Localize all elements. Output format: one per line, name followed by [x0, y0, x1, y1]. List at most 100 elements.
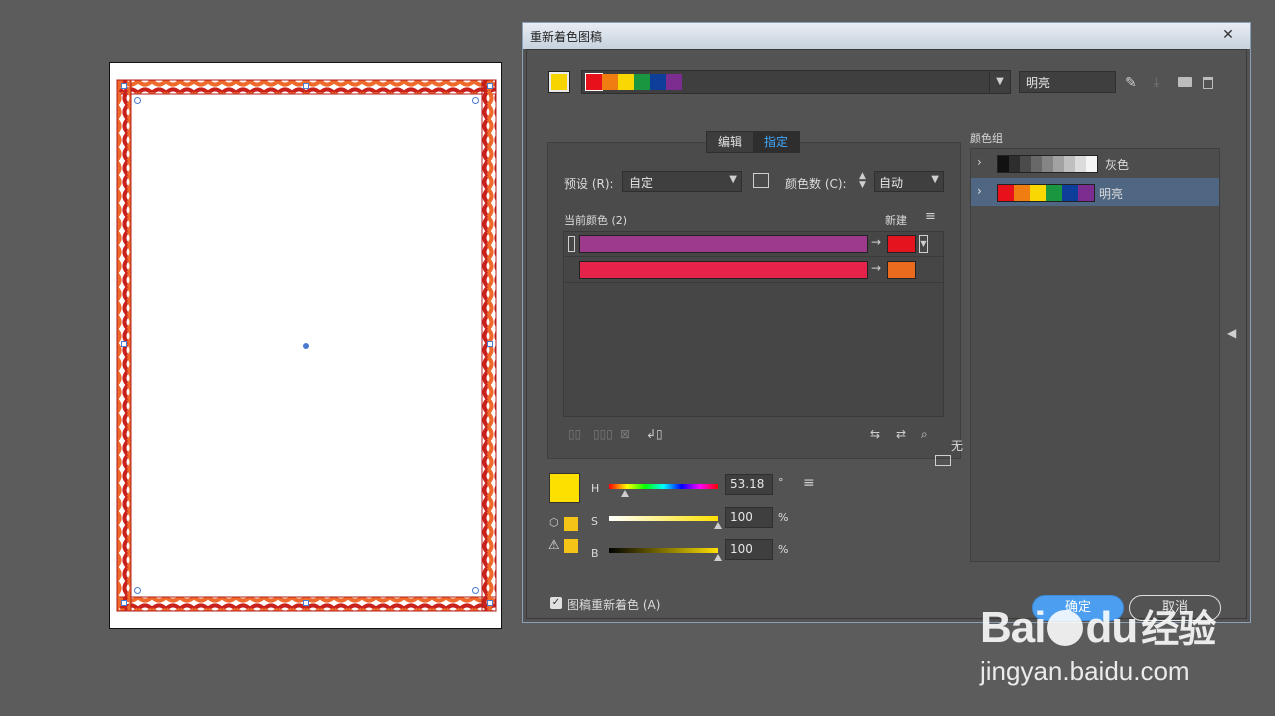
harmony-color-chip[interactable]	[585, 73, 603, 91]
hue-slider[interactable]	[609, 484, 718, 489]
colors-count-value: 自动	[879, 176, 904, 190]
h-unit: °	[778, 476, 784, 489]
color-list: → ▼ →	[563, 231, 944, 417]
group-color-chip	[1042, 156, 1053, 172]
menu-icon[interactable]: ≡	[925, 209, 936, 224]
baidu-logo-cn: 经验	[1141, 609, 1216, 651]
current-color-bar[interactable]	[579, 235, 868, 253]
arrow-right-icon: →	[871, 235, 882, 249]
group-handle-icon[interactable]	[568, 236, 575, 252]
colors-count-dropdown[interactable]: 自动 ▼	[874, 171, 944, 192]
group-color-chip	[1064, 156, 1075, 172]
new-row-icon[interactable]: ↲▯	[646, 427, 663, 441]
colors-count-label: 颜色数 (C):	[785, 177, 847, 191]
selection-handle[interactable]	[121, 83, 127, 89]
random-saturation-icon[interactable]: ⇄	[896, 427, 906, 441]
group-color-chip	[998, 156, 1009, 172]
h-value-field[interactable]: 53.18	[725, 474, 773, 495]
corner-widget[interactable]	[134, 587, 141, 594]
merge-colors-icon[interactable]: ▯▯	[568, 427, 581, 441]
baidu-logo-text-2: du	[1085, 603, 1138, 652]
group-color-chip	[1031, 156, 1042, 172]
selection-handle[interactable]	[121, 341, 127, 347]
recolor-checkbox[interactable]: ✓	[550, 597, 562, 609]
baidu-logo: Bai du 经验	[980, 598, 1216, 653]
center-point	[303, 343, 309, 349]
corner-widget[interactable]	[472, 587, 479, 594]
group-color-chip	[998, 185, 1014, 201]
preset-label: 预设 (R):	[564, 177, 614, 191]
group-color-strip	[997, 184, 1095, 202]
selection-handle[interactable]	[303, 600, 309, 606]
harmony-color-chip[interactable]	[634, 74, 650, 90]
chevron-down-icon[interactable]: ▼	[989, 71, 1010, 93]
base-color-swatch[interactable]	[548, 71, 570, 93]
watermark-url: jingyan.baidu.com	[980, 656, 1190, 686]
row-divider	[564, 256, 943, 257]
random-order-icon[interactable]: ⇆	[870, 427, 880, 441]
selection-handle[interactable]	[487, 341, 493, 347]
close-icon[interactable]: ✕	[1217, 26, 1239, 44]
exclude-colors-icon[interactable]: ⊠	[620, 427, 630, 441]
selection-handle[interactable]	[121, 600, 127, 606]
color-table-icon[interactable]	[935, 455, 951, 466]
row-divider	[564, 282, 943, 283]
active-color-swatch[interactable]	[549, 473, 580, 503]
color-group-gray[interactable]: › 灰色	[971, 149, 1219, 177]
recolor-dialog: 重新着色图稿 ✕ ▼ 明亮 ✎ ⤓ 编辑 指定 预设 (R): 自定 ▼ 颜色数…	[522, 22, 1251, 623]
harmony-color-chip[interactable]	[666, 74, 682, 90]
save-group-icon[interactable]: ⤓	[1154, 75, 1159, 90]
color-mode-menu-icon[interactable]: ≡	[803, 475, 815, 491]
saturation-slider-thumb[interactable]	[714, 522, 722, 529]
find-color-icon[interactable]: ⌕	[921, 427, 928, 442]
current-color-bar[interactable]	[579, 261, 868, 279]
new-label: 新建	[885, 214, 907, 227]
new-color-swatch[interactable]	[887, 261, 916, 279]
brightness-slider-thumb[interactable]	[714, 554, 722, 561]
current-colors-label: 当前颜色 (2)	[564, 214, 628, 227]
chevron-down-icon[interactable]: ▼	[919, 235, 928, 253]
gamut-swatch[interactable]	[564, 539, 578, 553]
harmony-color-chip[interactable]	[602, 74, 618, 90]
hue-slider-thumb[interactable]	[621, 490, 630, 497]
collapse-panel-icon[interactable]: ◀	[1227, 326, 1236, 340]
harmony-color-chip[interactable]	[650, 74, 666, 90]
preset-options-icon[interactable]	[753, 173, 769, 188]
b-value-field[interactable]: 100	[725, 539, 773, 560]
preset-dropdown[interactable]: 自定 ▼	[622, 171, 742, 192]
chevron-right-icon[interactable]: ›	[977, 155, 982, 169]
tab-assign[interactable]: 指定	[753, 132, 799, 152]
separate-colors-icon[interactable]: ▯▯▯	[593, 427, 613, 441]
stepper-icon[interactable]: ▲ ▼	[859, 172, 866, 190]
saturation-slider[interactable]	[609, 516, 718, 521]
chevron-right-icon[interactable]: ›	[977, 184, 982, 198]
corner-widget[interactable]	[472, 97, 479, 104]
selection-handle[interactable]	[487, 600, 493, 606]
s-value-field[interactable]: 100	[725, 507, 773, 528]
dialog-body: ▼ 明亮 ✎ ⤓ 编辑 指定 预设 (R): 自定 ▼ 颜色数 (C): ▲ ▼ …	[526, 49, 1247, 621]
warning-icon: ⚠	[548, 538, 560, 553]
s-unit: %	[778, 511, 789, 524]
corner-widget[interactable]	[134, 97, 141, 104]
web-safe-swatch[interactable]	[564, 517, 578, 531]
new-color-swatch[interactable]	[887, 235, 916, 253]
baidu-logo-text: Bai	[980, 603, 1046, 652]
group-color-chip	[1086, 156, 1097, 172]
harmony-name-field[interactable]: 明亮	[1019, 71, 1116, 93]
s-label: S	[591, 515, 598, 528]
b-unit: %	[778, 543, 789, 556]
recolor-label: 图稿重新着色 (A)	[567, 598, 661, 612]
brightness-slider[interactable]	[609, 548, 718, 553]
eyedropper-icon[interactable]: ✎	[1125, 75, 1137, 91]
harmony-color-chip[interactable]	[618, 74, 634, 90]
color-group-bright[interactable]: › 明亮	[971, 178, 1219, 206]
folder-icon[interactable]	[1178, 77, 1192, 87]
tab-edit[interactable]: 编辑	[707, 132, 753, 152]
group-color-chip	[1053, 156, 1064, 172]
selection-handle[interactable]	[487, 83, 493, 89]
cube-icon: ⬡	[549, 516, 559, 529]
selection-handle[interactable]	[303, 83, 309, 89]
trash-icon[interactable]	[1203, 77, 1213, 89]
assign-panel: 编辑 指定 预设 (R): 自定 ▼ 颜色数 (C): ▲ ▼ 自动 ▼ 当前颜色…	[547, 131, 961, 459]
harmony-colors-dropdown[interactable]: ▼	[581, 70, 1011, 94]
